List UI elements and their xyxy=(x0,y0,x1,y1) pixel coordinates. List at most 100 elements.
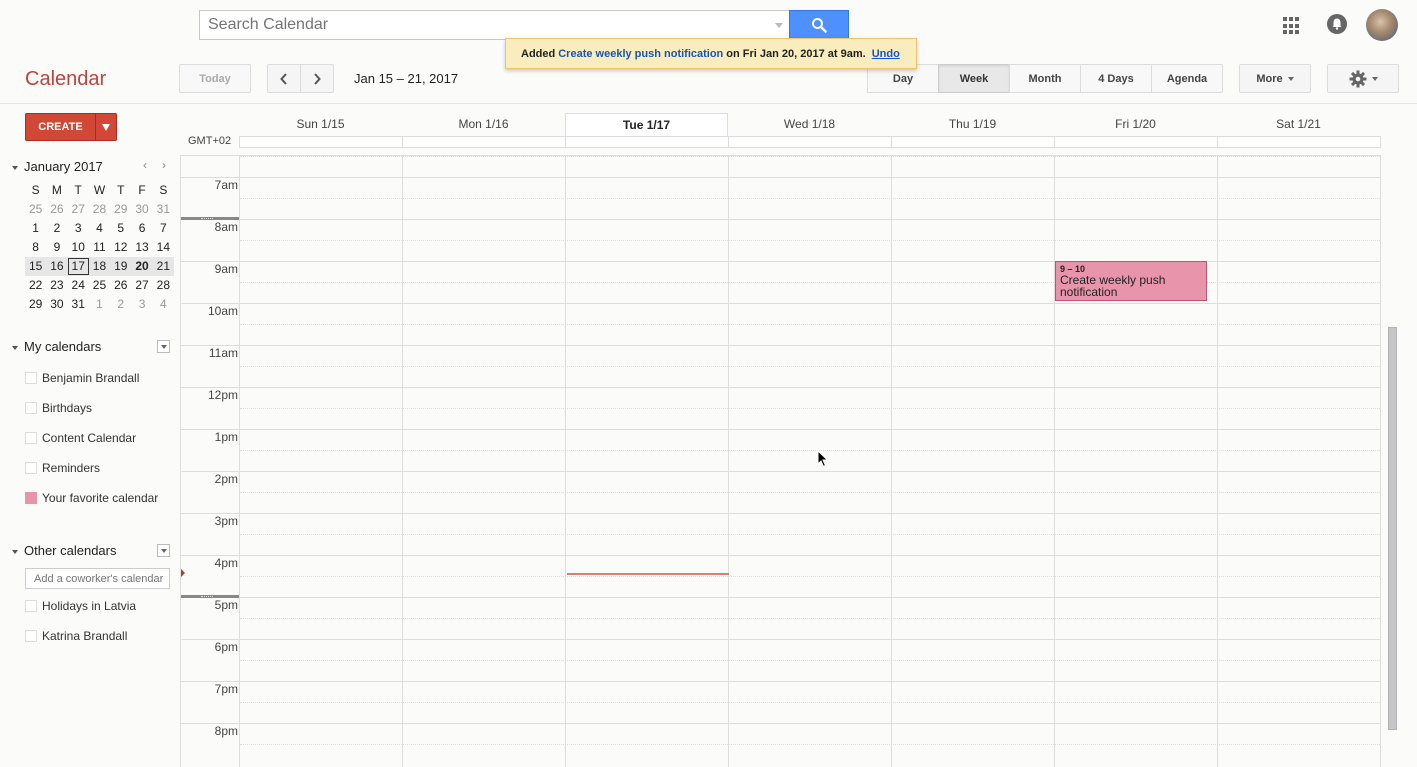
view-month-button[interactable]: Month xyxy=(1009,64,1081,93)
more-button[interactable]: More xyxy=(1239,64,1311,93)
gear-icon xyxy=(1349,70,1366,87)
search-box[interactable] xyxy=(199,10,790,40)
calendar-list-item[interactable]: Your favorite calendar xyxy=(25,491,158,505)
mini-calendar-day[interactable]: 16 xyxy=(46,258,67,275)
mini-calendar-day[interactable]: 7 xyxy=(153,220,174,237)
next-period-button[interactable] xyxy=(300,64,334,93)
mini-calendar-day[interactable]: 28 xyxy=(153,277,174,294)
mini-calendar-day[interactable]: 24 xyxy=(68,277,89,294)
mini-calendar-day[interactable]: 17 xyxy=(67,258,89,275)
mini-calendar-day[interactable]: 10 xyxy=(68,239,89,256)
mini-calendar-day[interactable]: 23 xyxy=(46,277,67,294)
user-avatar[interactable] xyxy=(1366,9,1398,41)
mini-calendar-day[interactable]: 8 xyxy=(25,239,46,256)
mini-calendar-day[interactable]: 28 xyxy=(89,201,110,218)
mini-calendar-day[interactable]: 22 xyxy=(25,277,46,294)
settings-button[interactable] xyxy=(1327,64,1399,93)
mini-calendar-day[interactable]: 11 xyxy=(89,239,110,256)
search-options-dropdown-icon[interactable] xyxy=(775,23,783,28)
mini-calendar-day[interactable]: 3 xyxy=(68,220,89,237)
my-calendars-header[interactable]: My calendars xyxy=(12,339,101,354)
other-calendars-header[interactable]: Other calendars xyxy=(12,543,117,558)
mini-calendar-day[interactable]: 13 xyxy=(131,239,152,256)
mini-calendar-day[interactable]: 26 xyxy=(110,277,131,294)
mini-calendar-day[interactable]: 31 xyxy=(68,296,89,313)
calendar-list-item[interactable]: Holidays in Latvia xyxy=(25,599,136,613)
day-header[interactable]: Wed 1/18 xyxy=(728,113,891,136)
create-dropdown-button[interactable] xyxy=(95,113,117,141)
mini-calendar-day[interactable]: 14 xyxy=(153,239,174,256)
mini-calendar-day[interactable]: 21 xyxy=(153,258,174,275)
add-coworker-calendar-input[interactable] xyxy=(25,568,170,589)
mini-calendar-day[interactable]: 27 xyxy=(68,201,89,218)
mini-calendar-day[interactable]: 25 xyxy=(25,201,46,218)
week-grid[interactable]: 7am 8am 9am 10am 11am 12pm 1pm 2pm 3pm 4pm 5pm 6pm 7… xyxy=(180,155,1381,767)
search-input[interactable] xyxy=(200,11,789,39)
calendar-label: Katrina Brandall xyxy=(42,629,128,643)
hour-label: 8am xyxy=(214,220,238,234)
apps-grid-icon[interactable] xyxy=(1283,17,1301,35)
view-4days-button[interactable]: 4 Days xyxy=(1080,64,1152,93)
calendar-checkbox[interactable] xyxy=(25,372,37,384)
today-button[interactable]: Today xyxy=(179,64,251,93)
calendar-checkbox[interactable] xyxy=(25,600,37,612)
toast-event-link[interactable]: Create weekly push notification xyxy=(558,48,723,60)
mini-calendar-day[interactable]: 4 xyxy=(89,220,110,237)
mini-calendar-day[interactable]: 15 xyxy=(25,258,46,275)
other-calendars-menu-button[interactable] xyxy=(157,544,170,557)
view-agenda-button[interactable]: Agenda xyxy=(1151,64,1223,93)
mini-calendar-prev-button[interactable]: ‹ xyxy=(143,158,147,172)
mini-calendar-day[interactable]: 26 xyxy=(46,201,67,218)
mini-calendar-day[interactable]: 20 xyxy=(131,258,152,275)
calendar-checkbox[interactable] xyxy=(25,462,37,474)
mini-calendar-day[interactable]: 18 xyxy=(89,258,110,275)
mini-calendar-day[interactable]: 1 xyxy=(89,296,110,313)
view-week-button[interactable]: Week xyxy=(938,64,1010,93)
toast-prefix: Added xyxy=(521,47,556,60)
grid-scrollbar[interactable] xyxy=(1388,327,1397,730)
day-header[interactable]: Mon 1/16 xyxy=(402,113,565,136)
create-button[interactable]: CREATE xyxy=(25,113,96,141)
calendar-checkbox[interactable] xyxy=(25,492,37,504)
mini-calendar-day[interactable]: 5 xyxy=(110,220,131,237)
calendar-checkbox[interactable] xyxy=(25,630,37,642)
app-title[interactable]: Calendar xyxy=(25,68,106,91)
all-day-row[interactable] xyxy=(239,136,1381,148)
mini-calendar-day[interactable]: 3 xyxy=(131,296,152,313)
mini-calendar-day[interactable]: 27 xyxy=(131,277,152,294)
search-button[interactable] xyxy=(789,10,849,40)
mini-calendar-day[interactable]: 12 xyxy=(110,239,131,256)
previous-period-button[interactable] xyxy=(267,64,301,93)
mini-calendar-title[interactable]: January 2017 xyxy=(12,159,103,174)
mini-calendar-day[interactable]: 9 xyxy=(46,239,67,256)
calendar-list-item[interactable]: Reminders xyxy=(25,461,100,475)
my-calendars-menu-button[interactable] xyxy=(157,340,170,353)
mini-calendar-day[interactable]: 1 xyxy=(25,220,46,237)
notifications-bell-icon[interactable] xyxy=(1327,14,1347,34)
day-header[interactable]: Thu 1/19 xyxy=(891,113,1054,136)
calendar-event[interactable]: 9 – 10 Create weekly push notification xyxy=(1055,261,1207,301)
mini-calendar-day[interactable]: 30 xyxy=(131,201,152,218)
mini-calendar-day[interactable]: 19 xyxy=(110,258,131,275)
calendar-list-item[interactable]: Birthdays xyxy=(25,401,92,415)
undo-link[interactable]: Undo xyxy=(872,48,900,60)
day-header[interactable]: Sat 1/21 xyxy=(1217,113,1380,136)
calendar-list-item[interactable]: Benjamin Brandall xyxy=(25,371,139,385)
mini-calendar-day[interactable]: 6 xyxy=(131,220,152,237)
calendar-checkbox[interactable] xyxy=(25,432,37,444)
mini-calendar-day[interactable]: 31 xyxy=(153,201,174,218)
calendar-list-item[interactable]: Content Calendar xyxy=(25,431,136,445)
mini-calendar-day[interactable]: 4 xyxy=(153,296,174,313)
day-header[interactable]: Tue 1/17 xyxy=(565,113,728,136)
day-header[interactable]: Sun 1/15 xyxy=(239,113,402,136)
calendar-checkbox[interactable] xyxy=(25,402,37,414)
mini-calendar-day[interactable]: 2 xyxy=(46,220,67,237)
mini-calendar-day[interactable]: 25 xyxy=(89,277,110,294)
day-header[interactable]: Fri 1/20 xyxy=(1054,113,1217,136)
mini-calendar-next-button[interactable]: › xyxy=(162,158,166,172)
mini-calendar-day[interactable]: 29 xyxy=(25,296,46,313)
mini-calendar-day[interactable]: 29 xyxy=(110,201,131,218)
calendar-list-item[interactable]: Katrina Brandall xyxy=(25,629,127,643)
mini-calendar-day[interactable]: 30 xyxy=(46,296,67,313)
mini-calendar-day[interactable]: 2 xyxy=(110,296,131,313)
